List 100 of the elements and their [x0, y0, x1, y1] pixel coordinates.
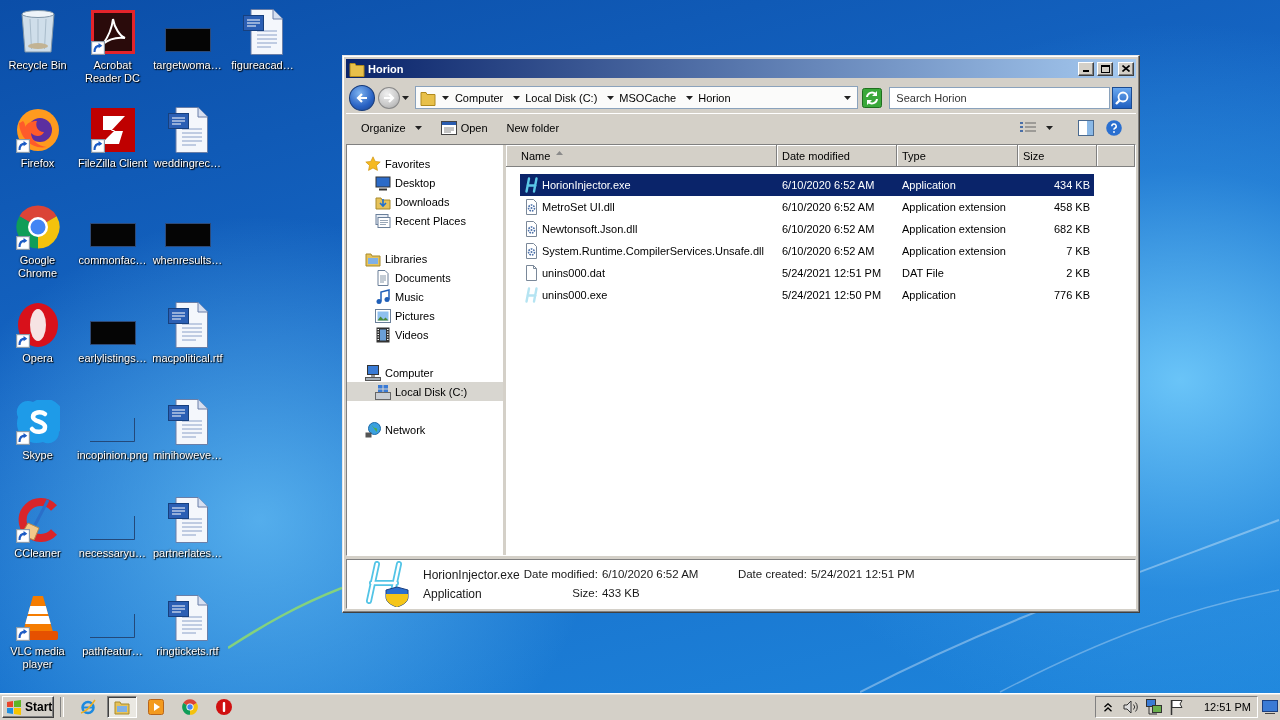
speaker-icon[interactable]: [1122, 699, 1139, 715]
bolt-tile-icon: [90, 107, 135, 152]
nav-item[interactable]: Music: [347, 287, 503, 306]
desktop-shortcut[interactable]: macpolitical.rtf: [150, 298, 225, 367]
document-icon: [167, 594, 208, 641]
maximize-button[interactable]: [1097, 61, 1113, 76]
desktop-shortcut[interactable]: Acrobat Reader DC: [75, 6, 150, 87]
file-row[interactable]: MetroSet UI.dll 6/10/2020 6:52 AM Application extension 458 KB: [520, 196, 1094, 218]
search-field[interactable]: Search Horion: [889, 86, 1110, 109]
column-header[interactable]: Type: [897, 145, 1018, 167]
network-globe-icon: [365, 421, 381, 438]
toolbar-button[interactable]: Open: [436, 117, 492, 139]
minimize-button[interactable]: [1078, 61, 1094, 76]
gear-file-icon: [524, 221, 540, 237]
cloud-icon: [15, 400, 60, 445]
desktop-shortcut[interactable]: pathfeatur…: [75, 591, 150, 660]
breadcrumb-button[interactable]: Horion: [696, 88, 734, 107]
file-row[interactable]: System.Runtime.CompilerServices.Unsafe.dll 6/10/2020 6:52 AM Application extension 7 KB: [520, 240, 1094, 262]
computer-icon: [365, 364, 381, 381]
file-date: 6/10/2020 6:52 AM: [781, 245, 876, 257]
nav-item[interactable]: Downloads: [347, 192, 503, 211]
file-row[interactable]: Newtonsoft.Json.dll 6/10/2020 6:52 AM Application extension 682 KB: [520, 218, 1094, 240]
nav-item[interactable]: Pictures: [347, 306, 503, 325]
file-size: 2 KB: [1065, 267, 1091, 279]
nav-item[interactable]: Network: [347, 420, 503, 439]
desktop-shortcut[interactable]: Firefox: [0, 103, 75, 172]
desktop-shortcut[interactable]: incopinion.png: [75, 396, 150, 465]
nav-item[interactable]: Videos: [347, 325, 503, 344]
search-button[interactable]: [1112, 86, 1132, 109]
start-button[interactable]: Start: [2, 696, 54, 718]
close-button[interactable]: [1118, 61, 1134, 76]
column-header[interactable]: Date modified: [777, 145, 897, 167]
thumbnail-icon: [89, 320, 136, 345]
thumbnail-icon: [164, 223, 211, 248]
desktop-shortcut[interactable]: Skype: [0, 396, 75, 465]
help-icon: [1106, 120, 1122, 136]
chevron-up-icon[interactable]: [1103, 702, 1112, 712]
address-field[interactable]: Computer Local Disk (C:) MSOCache Horion: [414, 86, 859, 109]
file-name: System.Runtime.CompilerServices.Unsafe.dll: [542, 245, 764, 257]
file-row[interactable]: unins000.dat 5/24/2021 12:51 PM DAT File 2 KB: [520, 262, 1094, 284]
file-date: 6/10/2020 6:52 AM: [781, 201, 876, 213]
flag-icon[interactable]: [1168, 699, 1185, 715]
back-button[interactable]: [349, 84, 375, 111]
nav-item[interactable]: Local Disk (C:): [347, 382, 503, 401]
desktop-shortcut[interactable]: whenresults…: [150, 201, 225, 270]
nav-item[interactable]: Computer: [347, 363, 503, 382]
nav-item[interactable]: Recent Places: [347, 211, 503, 230]
breadcrumb-button[interactable]: MSOCache: [617, 88, 680, 107]
file-size: 434 KB: [1052, 179, 1091, 191]
file-name: HorionInjector.exe: [542, 179, 631, 191]
column-header[interactable]: Name: [506, 145, 777, 167]
desktop-shortcut[interactable]: VLC media player: [0, 591, 75, 673]
refresh-button[interactable]: [862, 87, 883, 108]
desktop-shortcut[interactable]: commonfac…: [75, 201, 150, 270]
file-date: 6/10/2020 6:52 AM: [781, 223, 876, 235]
file-size: 682 KB: [1052, 223, 1091, 235]
caret-icon: [1045, 126, 1053, 130]
caret-icon: [843, 95, 851, 100]
breadcrumb-button[interactable]: Computer: [452, 88, 507, 107]
desktop-shortcut[interactable]: earlylistings…: [75, 298, 150, 367]
column-header[interactable]: Size: [1018, 145, 1097, 167]
refresh-icon: [862, 87, 883, 108]
desktop-shortcut[interactable]: figureacad…: [225, 6, 300, 74]
file-type: Application extension: [901, 201, 1007, 213]
app-logo-icon: [524, 177, 540, 193]
file-name: Newtonsoft.Json.dll: [542, 223, 638, 235]
flag-icon: [6, 699, 22, 715]
nav-item[interactable]: Favorites: [347, 154, 503, 173]
desktop-shortcut[interactable]: Recycle Bin: [0, 6, 75, 74]
desktop-shortcut[interactable]: FileZilla Client: [75, 103, 150, 172]
preview-pane-button[interactable]: [1077, 117, 1095, 139]
minimize-icon: [1083, 69, 1089, 72]
view-list-icon: [1020, 122, 1036, 134]
file-size: 776 KB: [1052, 289, 1091, 301]
right-arrow-icon: [382, 92, 395, 103]
file-type: Application extension: [901, 223, 1007, 235]
toolbar-button[interactable]: New folder: [502, 117, 564, 139]
taskbar-button[interactable]: [107, 696, 137, 718]
nav-item[interactable]: Documents: [347, 268, 503, 287]
segmented-circle-icon: [182, 699, 198, 715]
help-button[interactable]: [1105, 117, 1123, 139]
nav-item[interactable]: Desktop: [347, 173, 503, 192]
nav-item[interactable]: Libraries: [347, 249, 503, 268]
file-type: Application: [901, 179, 957, 191]
network-icon[interactable]: [1145, 699, 1162, 715]
caret-icon: [606, 95, 614, 100]
window-title: Horion: [368, 62, 404, 75]
breadcrumb-button[interactable]: Local Disk (C:): [523, 88, 601, 107]
desktop-shortcut[interactable]: Google Chrome: [0, 201, 75, 283]
desktop-shortcut[interactable]: targetwoma…: [150, 6, 225, 74]
toolbar-button[interactable]: Organize: [357, 117, 426, 139]
gear-file-icon: [524, 199, 540, 215]
desktop-shortcut[interactable]: Opera: [0, 298, 75, 367]
desktop-shortcut[interactable]: CCleaner: [0, 493, 75, 562]
star-icon: [365, 155, 381, 172]
file-row[interactable]: HorionInjector.exe 6/10/2020 6:52 AM Application 434 KB: [520, 174, 1094, 196]
maximize-icon: [1100, 64, 1110, 73]
file-row[interactable]: unins000.exe 5/24/2021 12:50 PM Application 776 KB: [520, 284, 1094, 306]
desktop-shortcut[interactable]: weddingrec…: [150, 103, 225, 172]
show-desktop-icon[interactable]: [1262, 700, 1278, 714]
